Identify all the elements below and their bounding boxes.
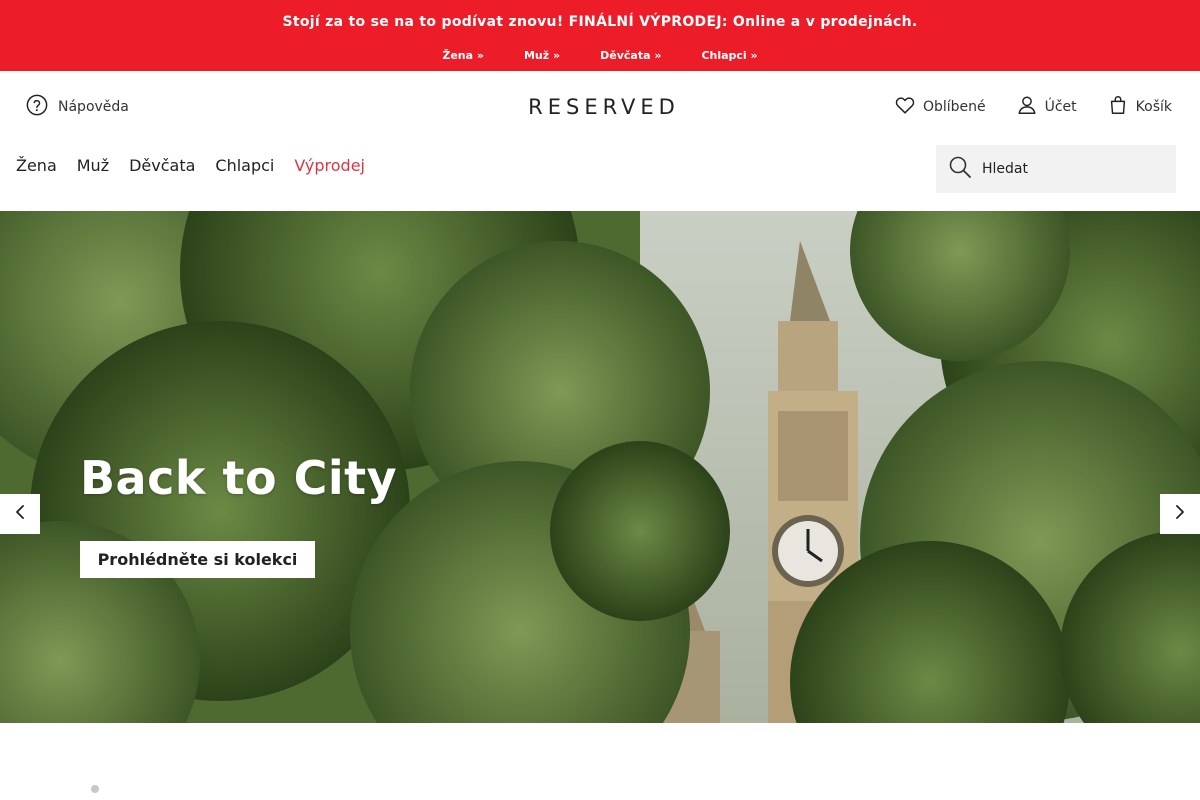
carousel-next-button[interactable] [1160, 494, 1200, 534]
search-icon [948, 155, 972, 183]
search-input[interactable] [982, 161, 1162, 177]
nav-item-muz[interactable]: Muž [77, 156, 109, 175]
promo-link-muz[interactable]: Muž » [524, 49, 560, 62]
carousel-dot[interactable] [91, 785, 99, 793]
account-button[interactable]: Účet [1016, 94, 1077, 120]
hero-title: Back to City [80, 451, 398, 505]
question-icon [26, 94, 48, 120]
help-link[interactable]: Nápověda [26, 94, 129, 120]
promo-link-devcata[interactable]: Děvčata » [600, 49, 661, 62]
favorites-button[interactable]: Oblíbené [894, 94, 986, 120]
logo-text: RESERVED [528, 95, 680, 117]
cart-button[interactable]: Košík [1107, 94, 1172, 120]
favorites-label: Oblíbené [922, 99, 986, 115]
shopping-bag-icon [1107, 94, 1129, 120]
nav-item-zena[interactable]: Žena [16, 156, 57, 175]
promo-message[interactable]: Stojí za to se na to podívat znovu! FINÁ… [0, 14, 1200, 30]
search-box[interactable] [936, 145, 1176, 193]
chevron-left-icon [12, 504, 28, 524]
promo-link-chlapci[interactable]: Chlapci » [701, 49, 757, 62]
help-label: Nápověda [58, 99, 129, 115]
nav-item-chlapci[interactable]: Chlapci [215, 156, 274, 175]
nav-item-devcata[interactable]: Děvčata [129, 156, 195, 175]
promo-link-zena[interactable]: Žena » [442, 49, 484, 62]
user-icon [1016, 94, 1038, 120]
cart-label: Košík [1135, 99, 1172, 115]
promo-links: Žena » Muž » Děvčata » Chlapci » [0, 49, 1200, 62]
chevron-right-icon [1172, 504, 1188, 524]
hero-banner[interactable]: Back to City Prohlédněte si kolekci [0, 211, 1200, 723]
heart-icon [894, 94, 916, 120]
logo[interactable]: RESERVED [521, 95, 687, 117]
account-label: Účet [1044, 99, 1077, 115]
nav-item-vyprodej[interactable]: Výprodej [294, 156, 365, 175]
header-tools: Oblíbené Účet Košík [894, 94, 1172, 120]
view-collection-button[interactable]: Prohlédněte si kolekci [80, 541, 315, 578]
carousel-prev-button[interactable] [0, 494, 40, 534]
promo-banner: Stojí za to se na to podívat znovu! FINÁ… [0, 0, 1200, 71]
main-nav: Žena Muž Děvčata Chlapci Výprodej [16, 156, 365, 175]
